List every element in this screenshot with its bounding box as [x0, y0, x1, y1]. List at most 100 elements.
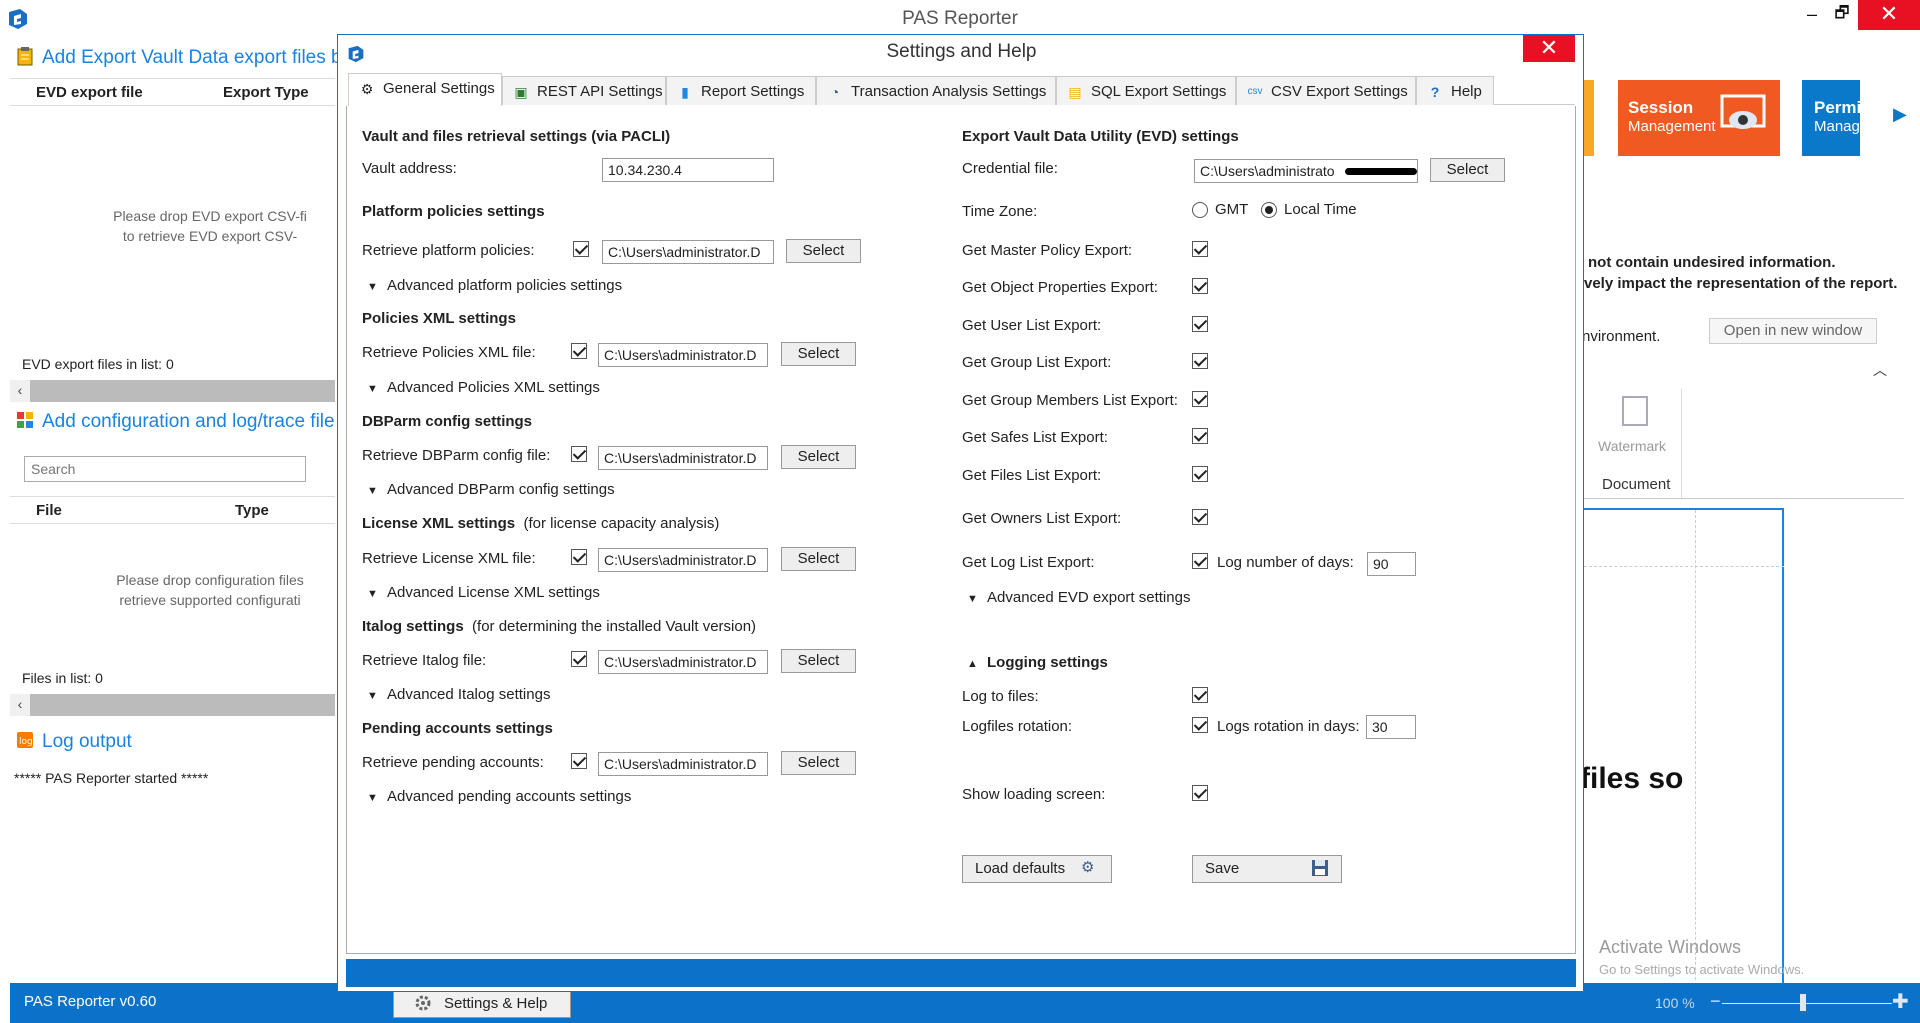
activate-windows-text: Activate Windows — [1599, 937, 1742, 957]
watermark-icon[interactable] — [1622, 396, 1648, 426]
user-list-export-label: Get User List Export: — [962, 317, 1102, 334]
zoom-in-button[interactable]: ✚ — [1892, 989, 1909, 1014]
pending-accounts-path[interactable]: C:\Users\administrator.D — [598, 752, 768, 776]
logs-rotation-days-label: Logs rotation in days: — [1217, 718, 1360, 735]
tz-local-radio[interactable] — [1261, 202, 1277, 218]
tab-help[interactable]: ? Help — [1416, 76, 1494, 105]
session-management-tile[interactable]: Session Management — [1618, 80, 1780, 156]
log-output-text: ***** PAS Reporter started ***** — [14, 770, 209, 786]
clipboard-icon — [17, 47, 33, 66]
col-evd-export-file[interactable]: EVD export file — [36, 84, 143, 101]
log-number-of-days-input[interactable]: 90 — [1367, 552, 1416, 576]
license-xml-title: License XML settings (for license capaci… — [362, 515, 720, 532]
files-hscrollbar[interactable]: ‹ — [10, 694, 335, 716]
master-policy-export-checkbox[interactable] — [1192, 241, 1208, 257]
tab-general-settings[interactable]: ⚙ General Settings — [348, 73, 502, 106]
save-button[interactable]: Save — [1192, 855, 1342, 883]
pending-accounts-advanced[interactable]: ▼ Advanced pending accounts settings — [367, 788, 631, 805]
tab-transaction-analysis-settings[interactable]: ◔ Transaction Analysis Settings — [816, 76, 1056, 105]
logging-settings-toggle[interactable]: ▲ Logging settings — [967, 654, 1108, 671]
log-list-export-checkbox[interactable] — [1192, 553, 1208, 569]
gears-icon: ⚙ — [1081, 859, 1095, 876]
object-properties-export-checkbox[interactable] — [1192, 278, 1208, 294]
group-members-export-checkbox[interactable] — [1192, 391, 1208, 407]
show-loading-screen-checkbox[interactable] — [1192, 785, 1208, 801]
policies-xml-select-button[interactable]: Select — [781, 342, 856, 366]
vault-address-input[interactable]: 10.34.230.4 — [602, 158, 774, 182]
user-list-export-checkbox[interactable] — [1192, 316, 1208, 332]
collapse-ribbon-icon[interactable]: ︿ — [1873, 360, 1887, 380]
log-output-header[interactable]: log Log output — [16, 730, 132, 760]
license-xml-advanced[interactable]: ▼ Advanced License XML settings — [367, 584, 600, 601]
tab-sql-export-settings[interactable]: ▤ SQL Export Settings — [1056, 76, 1236, 105]
zoom-out-button[interactable]: − — [1710, 991, 1721, 1012]
pending-accounts-checkbox[interactable] — [571, 753, 587, 769]
tz-gmt-label[interactable]: GMT — [1215, 201, 1248, 218]
watermark-label[interactable]: Watermark — [1598, 438, 1666, 454]
tz-local-label[interactable]: Local Time — [1284, 201, 1357, 218]
platform-policies-checkbox[interactable] — [573, 241, 589, 257]
tab-csv-export-settings[interactable]: csv CSV Export Settings — [1236, 76, 1416, 105]
pending-accounts-select-button[interactable]: Select — [781, 751, 856, 775]
dbparm-title: DBParm config settings — [362, 413, 533, 430]
dialog-close-button[interactable]: ✕ — [1523, 35, 1575, 62]
italog-advanced[interactable]: ▼ Advanced Italog settings — [367, 686, 550, 703]
license-xml-path[interactable]: C:\Users\administrator.D — [598, 548, 768, 572]
col-type[interactable]: Type — [235, 502, 269, 519]
permissions-management-tile[interactable]: Permis Manag — [1802, 80, 1860, 156]
evd-files-header[interactable]: Add Export Vault Data export files b — [16, 46, 342, 76]
scroll-left-arrow[interactable]: ‹ — [10, 380, 30, 402]
group-list-export-label: Get Group List Export: — [962, 354, 1112, 371]
owners-list-export-checkbox[interactable] — [1192, 509, 1208, 525]
italog-select-button[interactable]: Select — [781, 649, 856, 673]
platform-policies-path[interactable]: C:\Users\administrator.D — [602, 240, 774, 264]
app-title: PAS Reporter — [902, 8, 1018, 29]
policies-xml-checkbox[interactable] — [571, 343, 587, 359]
close-window-button[interactable]: ✕ — [1858, 0, 1920, 30]
config-files-header[interactable]: Add configuration and log/trace file — [16, 410, 335, 440]
logs-rotation-days-input[interactable]: 30 — [1366, 715, 1416, 739]
tab-rest-api-settings[interactable]: ▣ REST API Settings — [502, 76, 666, 105]
license-xml-checkbox[interactable] — [571, 549, 587, 565]
tz-gmt-radio[interactable] — [1192, 202, 1208, 218]
dbparm-advanced[interactable]: ▼ Advanced DBParm config settings — [367, 481, 615, 498]
evd-advanced-settings[interactable]: ▼ Advanced EVD export settings — [967, 589, 1190, 606]
dbparm-path[interactable]: C:\Users\administrator.D — [598, 446, 768, 470]
pending-accounts-title: Pending accounts settings — [362, 720, 553, 737]
platform-policies-select-button[interactable]: Select — [786, 239, 861, 263]
logfiles-rotation-checkbox[interactable] — [1192, 717, 1208, 733]
credential-file-path[interactable]: C:\Users\administrato — [1194, 159, 1418, 183]
italog-path[interactable]: C:\Users\administrator.D — [598, 650, 768, 674]
tab-report-settings[interactable]: ▮ Report Settings — [666, 76, 816, 105]
ribbon-next-arrow[interactable]: ▶ — [1893, 104, 1907, 125]
dbparm-checkbox[interactable] — [571, 446, 587, 462]
col-export-type[interactable]: Export Type — [223, 84, 309, 101]
policies-xml-path[interactable]: C:\Users\administrator.D — [598, 343, 768, 367]
zoom-slider-track[interactable] — [1722, 1003, 1892, 1004]
dbparm-select-button[interactable]: Select — [781, 445, 856, 469]
platform-policies-advanced[interactable]: ▼ Advanced platform policies settings — [367, 277, 622, 294]
credential-file-select-button[interactable]: Select — [1430, 158, 1505, 182]
settings-help-button[interactable]: Settings & Help — [393, 988, 571, 1018]
log-to-files-checkbox[interactable] — [1192, 687, 1208, 703]
col-file[interactable]: File — [36, 502, 62, 519]
chevron-up-icon: ▲ — [967, 658, 978, 670]
zoom-slider-thumb[interactable] — [1800, 994, 1806, 1011]
group-list-export-checkbox[interactable] — [1192, 353, 1208, 369]
safes-list-export-checkbox[interactable] — [1192, 428, 1208, 444]
search-input[interactable] — [24, 456, 306, 482]
files-list-export-checkbox[interactable] — [1192, 466, 1208, 482]
open-new-window-button[interactable]: Open in new window — [1709, 318, 1877, 344]
ribbon-tile-partial[interactable] — [1584, 80, 1594, 156]
italog-title: Italog settings (for determining the ins… — [362, 618, 757, 635]
load-defaults-button[interactable]: Load defaults ⚙ — [962, 855, 1112, 883]
license-xml-select-button[interactable]: Select — [781, 547, 856, 571]
policies-xml-advanced[interactable]: ▼ Advanced Policies XML settings — [367, 379, 600, 396]
scroll-left-arrow[interactable]: ‹ — [10, 694, 30, 716]
log-list-export-label: Get Log List Export: — [962, 554, 1095, 571]
database-icon: ▤ — [1068, 84, 1082, 100]
evd-hscrollbar[interactable]: ‹ — [10, 380, 335, 402]
owners-list-export-label: Get Owners List Export: — [962, 510, 1122, 527]
settings-dialog: Settings and Help ✕ ⚙ General Settings ▣ R… — [337, 34, 1584, 992]
italog-checkbox[interactable] — [571, 651, 587, 667]
